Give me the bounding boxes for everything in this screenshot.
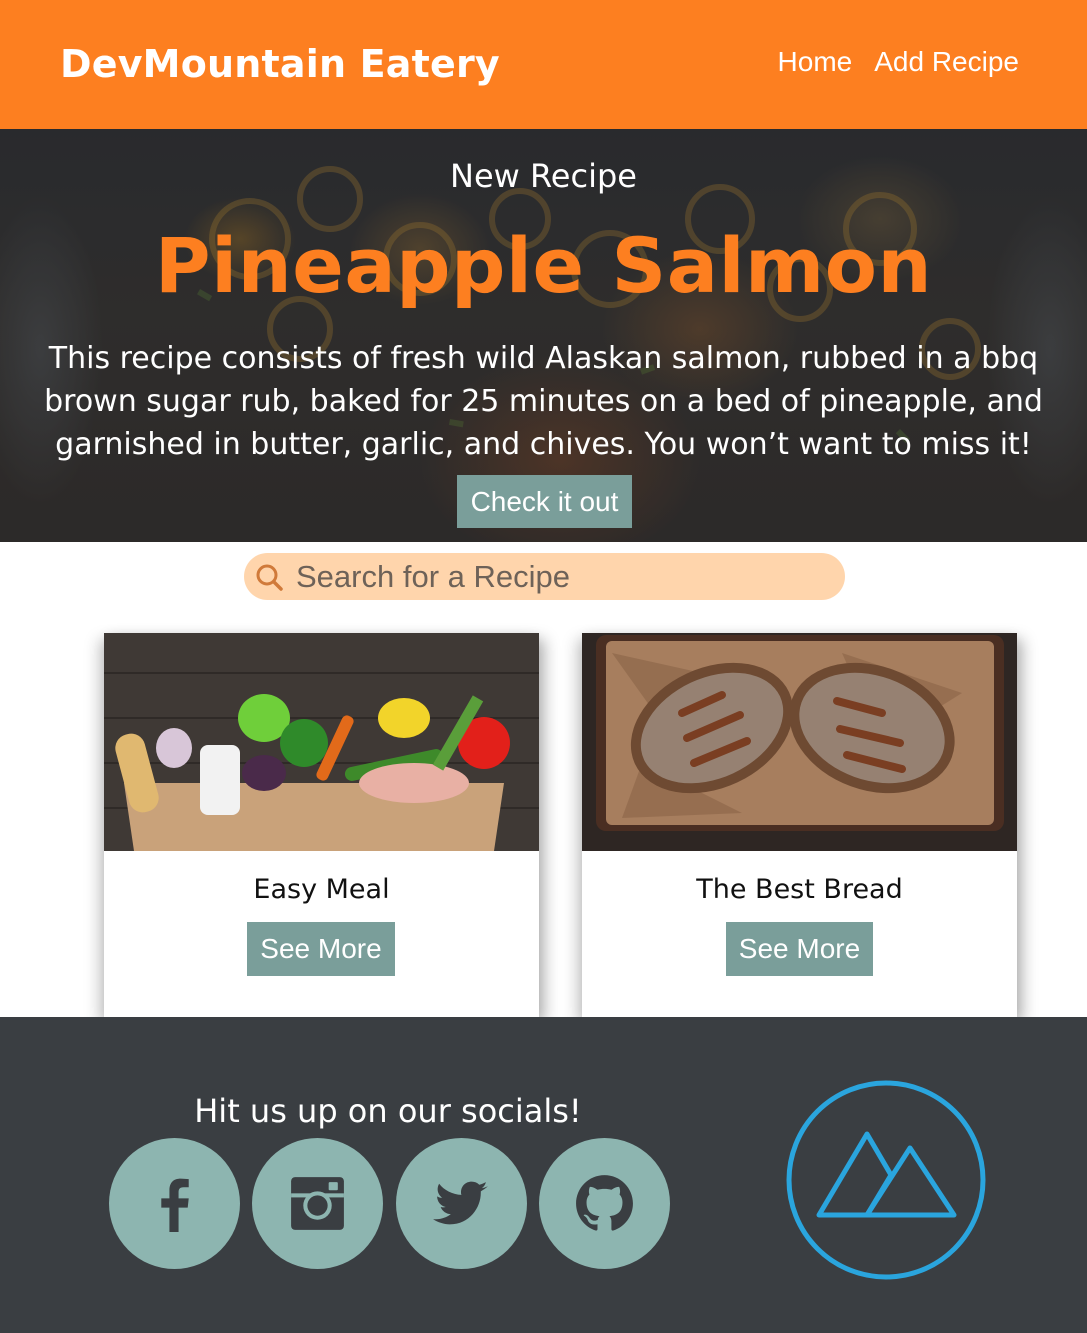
- recipe-card-the-best-bread: The Best Bread See More: [582, 633, 1017, 1017]
- recipe-card-title: Easy Meal: [253, 874, 390, 905]
- footer-heading: Hit us up on our socials!: [194, 1092, 582, 1130]
- see-more-button[interactable]: See More: [726, 922, 873, 976]
- instagram-link[interactable]: [252, 1138, 383, 1269]
- facebook-link[interactable]: [109, 1138, 240, 1269]
- devmountain-logo[interactable]: [785, 1079, 987, 1281]
- hero-title: Pineapple Salmon: [154, 221, 933, 310]
- check-it-out-button[interactable]: Check it out: [457, 475, 632, 528]
- site-footer: Hit us up on our socials!: [0, 1017, 1087, 1333]
- recipe-card-image[interactable]: [104, 633, 539, 851]
- github-link[interactable]: [539, 1138, 670, 1269]
- nav-add-recipe[interactable]: Add Recipe: [874, 46, 1019, 78]
- site-header: DevMountain Eatery Home Add Recipe: [0, 0, 1087, 129]
- recipe-search-bar[interactable]: [244, 553, 845, 600]
- hero-label: New Recipe: [450, 157, 637, 195]
- featured-recipe-hero: New Recipe Pineapple Salmon This recipe …: [0, 129, 1087, 542]
- search-icon: [256, 564, 283, 591]
- see-more-button[interactable]: See More: [247, 922, 395, 976]
- github-icon: [576, 1175, 633, 1231]
- twitter-icon: [433, 1181, 488, 1225]
- twitter-link[interactable]: [396, 1138, 527, 1269]
- recipe-card-easy-meal: Easy Meal See More: [104, 633, 539, 1017]
- nav-home[interactable]: Home: [778, 46, 853, 78]
- main-nav: Home Add Recipe: [778, 46, 1019, 78]
- recipe-card-title: The Best Bread: [696, 874, 903, 905]
- facebook-icon: [161, 1178, 189, 1232]
- instagram-icon: [291, 1177, 344, 1230]
- hero-description: This recipe consists of fresh wild Alask…: [44, 341, 1043, 462]
- recipe-card-image[interactable]: [582, 633, 1017, 851]
- search-input[interactable]: [296, 555, 826, 598]
- brand-name[interactable]: DevMountain Eatery: [60, 42, 500, 86]
